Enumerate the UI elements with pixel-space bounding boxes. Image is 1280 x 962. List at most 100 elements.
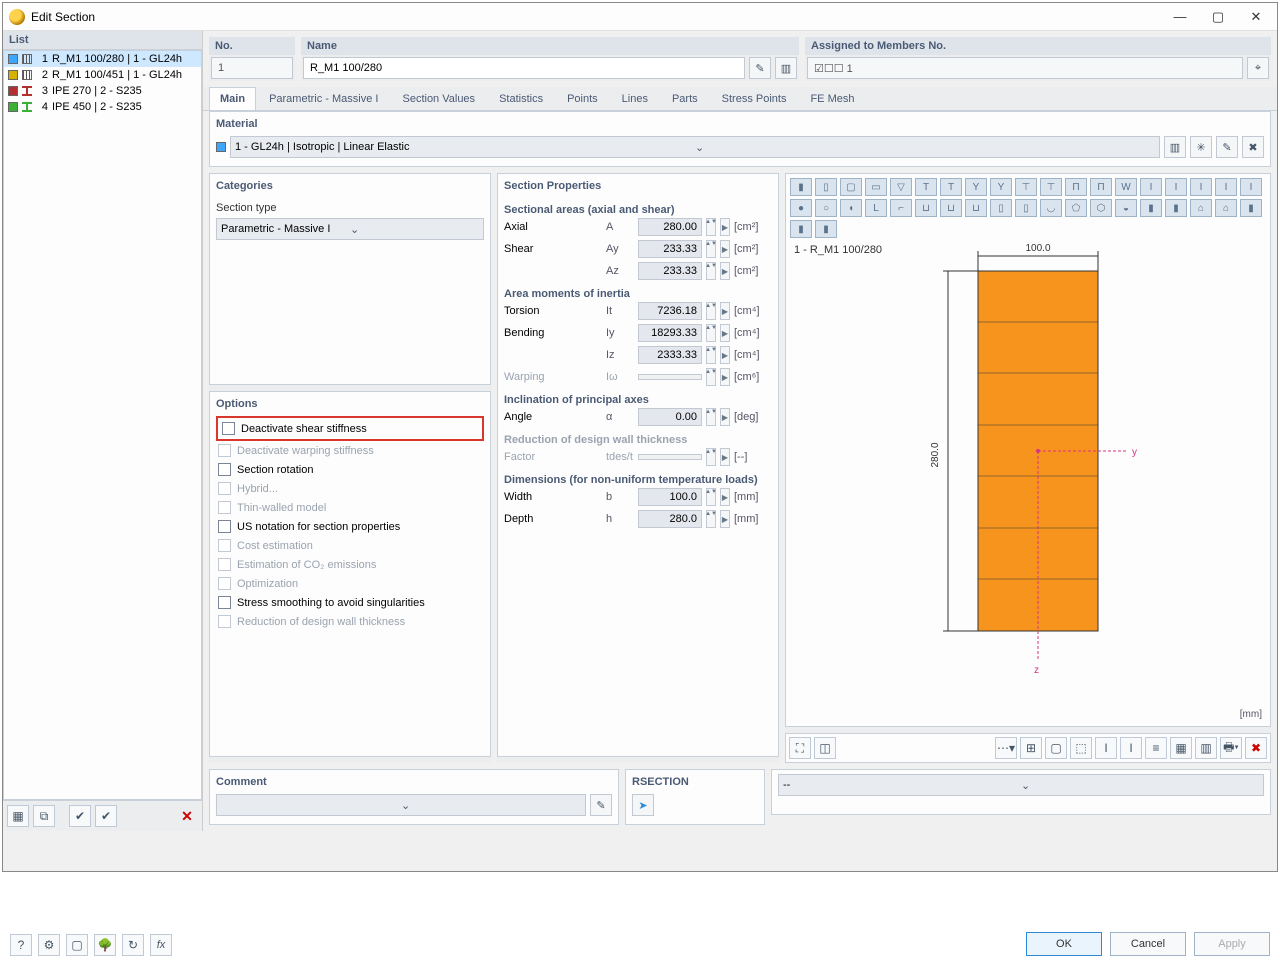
view-tool[interactable]: ▥ (1195, 737, 1217, 759)
no-field[interactable] (211, 57, 293, 79)
view-tool[interactable]: I (1095, 737, 1117, 759)
shape-icon[interactable]: Π (1090, 178, 1112, 196)
assigned-field[interactable] (807, 57, 1243, 79)
maximize-button[interactable]: ▢ (1203, 7, 1233, 27)
edit-name-icon[interactable]: ✎ (749, 57, 771, 79)
comment-edit-icon[interactable]: ✎ (590, 794, 612, 816)
pick-members-icon[interactable]: ⌖ (1247, 57, 1269, 79)
option-section-rotation[interactable]: Section rotation (216, 460, 484, 479)
delete-button[interactable]: ✕ (176, 805, 198, 827)
shape-icon[interactable]: Y (965, 178, 987, 196)
section-type-dropdown[interactable]: Parametric - Massive I ⌄ (216, 218, 484, 240)
shape-icon[interactable]: ▮ (790, 220, 812, 238)
shape-icon[interactable]: ○ (815, 199, 837, 217)
shape-icon[interactable]: ▮ (1165, 199, 1187, 217)
view-tool[interactable]: ⋯▾ (995, 737, 1017, 759)
shape-icon[interactable]: L (865, 199, 887, 217)
shape-icon[interactable]: ⊤ (1015, 178, 1037, 196)
shape-icon[interactable]: ▯ (990, 199, 1012, 217)
material-edit-icon[interactable]: ✎ (1216, 136, 1238, 158)
view-tool[interactable]: ▢ (1045, 737, 1067, 759)
shape-icon[interactable]: Y (990, 178, 1012, 196)
new-button[interactable]: ▦ (7, 805, 29, 827)
shape-icon[interactable]: ◡ (1040, 199, 1062, 217)
help-icon[interactable]: ? (10, 934, 32, 956)
shape-icon[interactable]: ⬡ (1090, 199, 1112, 217)
shape-icon[interactable]: W (1115, 178, 1137, 196)
option-stress-smoothing-to-avoid-singularities[interactable]: Stress smoothing to avoid singularities (216, 593, 484, 612)
option-us-notation-for-section-properties[interactable]: US notation for section properties (216, 517, 484, 536)
tab-statistics[interactable]: Statistics (488, 87, 554, 110)
shape-icon[interactable]: T (940, 178, 962, 196)
shape-icon[interactable]: ⊔ (915, 199, 937, 217)
library-icon[interactable]: ▥ (775, 57, 797, 79)
close-button[interactable]: ✕ (1241, 7, 1271, 27)
view-icon[interactable]: ▢ (66, 934, 88, 956)
shape-icon[interactable]: ⊔ (965, 199, 987, 217)
list-item[interactable]: 1R_M1 100/280 | 1 - GL24h (4, 51, 201, 67)
comment-field[interactable]: ⌄ (216, 794, 586, 816)
shape-icon[interactable]: I (1240, 178, 1262, 196)
shape-icon[interactable]: ▯ (1015, 199, 1037, 217)
view-tool[interactable]: ✖ (1245, 737, 1267, 759)
info-dropdown[interactable]: --⌄ (778, 774, 1264, 796)
apply-button[interactable]: Apply (1194, 932, 1270, 956)
view-tool[interactable]: I (1120, 737, 1142, 759)
view-btn1[interactable]: ⛶ (789, 737, 811, 759)
cancel-button[interactable]: Cancel (1110, 932, 1186, 956)
shape-icon[interactable]: ⊔ (940, 199, 962, 217)
minimize-button[interactable]: — (1165, 7, 1195, 27)
shape-icon[interactable]: I (1140, 178, 1162, 196)
name-field[interactable] (303, 57, 745, 79)
view-tool[interactable]: ⬚ (1070, 737, 1092, 759)
shape-icon[interactable]: ▭ (865, 178, 887, 196)
tab-lines[interactable]: Lines (611, 87, 659, 110)
shape-icon[interactable]: ▯ (815, 178, 837, 196)
tab-fe-mesh[interactable]: FE Mesh (799, 87, 865, 110)
shape-icon[interactable]: ⌂ (1215, 199, 1237, 217)
ok-button[interactable]: OK (1026, 932, 1102, 956)
shape-icon[interactable]: I (1190, 178, 1212, 196)
view-tool[interactable]: ≡ (1145, 737, 1167, 759)
shape-icon[interactable]: ⌐ (890, 199, 912, 217)
tab-stress-points[interactable]: Stress Points (711, 87, 798, 110)
tab-parts[interactable]: Parts (661, 87, 709, 110)
tree-icon[interactable]: 🌳 (94, 934, 116, 956)
fx-icon[interactable]: fx (150, 934, 172, 956)
shape-icon[interactable]: ▢ (840, 178, 862, 196)
material-dropdown[interactable]: 1 - GL24h | Isotropic | Linear Elastic ⌄ (230, 136, 1160, 158)
refresh-icon[interactable]: ↻ (122, 934, 144, 956)
tab-section-values[interactable]: Section Values (391, 87, 486, 110)
tab-points[interactable]: Points (556, 87, 609, 110)
material-del-icon[interactable]: ✖ (1242, 136, 1264, 158)
shape-icon[interactable]: I (1215, 178, 1237, 196)
view-btn2[interactable]: ◫ (814, 737, 836, 759)
check-button[interactable]: ✔ (69, 805, 91, 827)
list-item[interactable]: 2R_M1 100/451 | 1 - GL24h (4, 67, 201, 83)
list-item[interactable]: 3IPE 270 | 2 - S235 (4, 83, 201, 99)
check2-button[interactable]: ✔ (95, 805, 117, 827)
list-item[interactable]: 4IPE 450 | 2 - S235 (4, 99, 201, 115)
view-tool[interactable]: ▦ (1170, 737, 1192, 759)
material-new-icon[interactable]: ✳ (1190, 136, 1212, 158)
view-tool[interactable]: 🖶▾ (1220, 737, 1242, 759)
shape-icon[interactable]: I (1165, 178, 1187, 196)
view-tool[interactable]: ⊞ (1020, 737, 1042, 759)
shape-icon[interactable]: ⌂ (1190, 199, 1212, 217)
shape-icon[interactable]: ● (790, 199, 812, 217)
section-list[interactable]: 1R_M1 100/280 | 1 - GL24h2R_M1 100/451 |… (3, 50, 202, 800)
copy-button[interactable]: ⧉ (33, 805, 55, 827)
shape-icon[interactable]: Π (1065, 178, 1087, 196)
shape-icon[interactable]: T (915, 178, 937, 196)
shape-icon[interactable]: ⬠ (1065, 199, 1087, 217)
rsection-icon[interactable]: ➤ (632, 794, 654, 816)
shape-icon[interactable]: ⊤ (1040, 178, 1062, 196)
shape-icon[interactable]: ▮ (790, 178, 812, 196)
shape-icon[interactable]: ◖ (840, 199, 862, 217)
shape-icon[interactable]: ▮ (1240, 199, 1262, 217)
shape-icon[interactable]: ▮ (815, 220, 837, 238)
tab-parametric-massive-i[interactable]: Parametric - Massive I (258, 87, 389, 110)
tab-main[interactable]: Main (209, 87, 256, 110)
option-deactivate-shear-stiffness[interactable]: Deactivate shear stiffness (220, 419, 480, 438)
shape-icon[interactable]: ▽ (890, 178, 912, 196)
